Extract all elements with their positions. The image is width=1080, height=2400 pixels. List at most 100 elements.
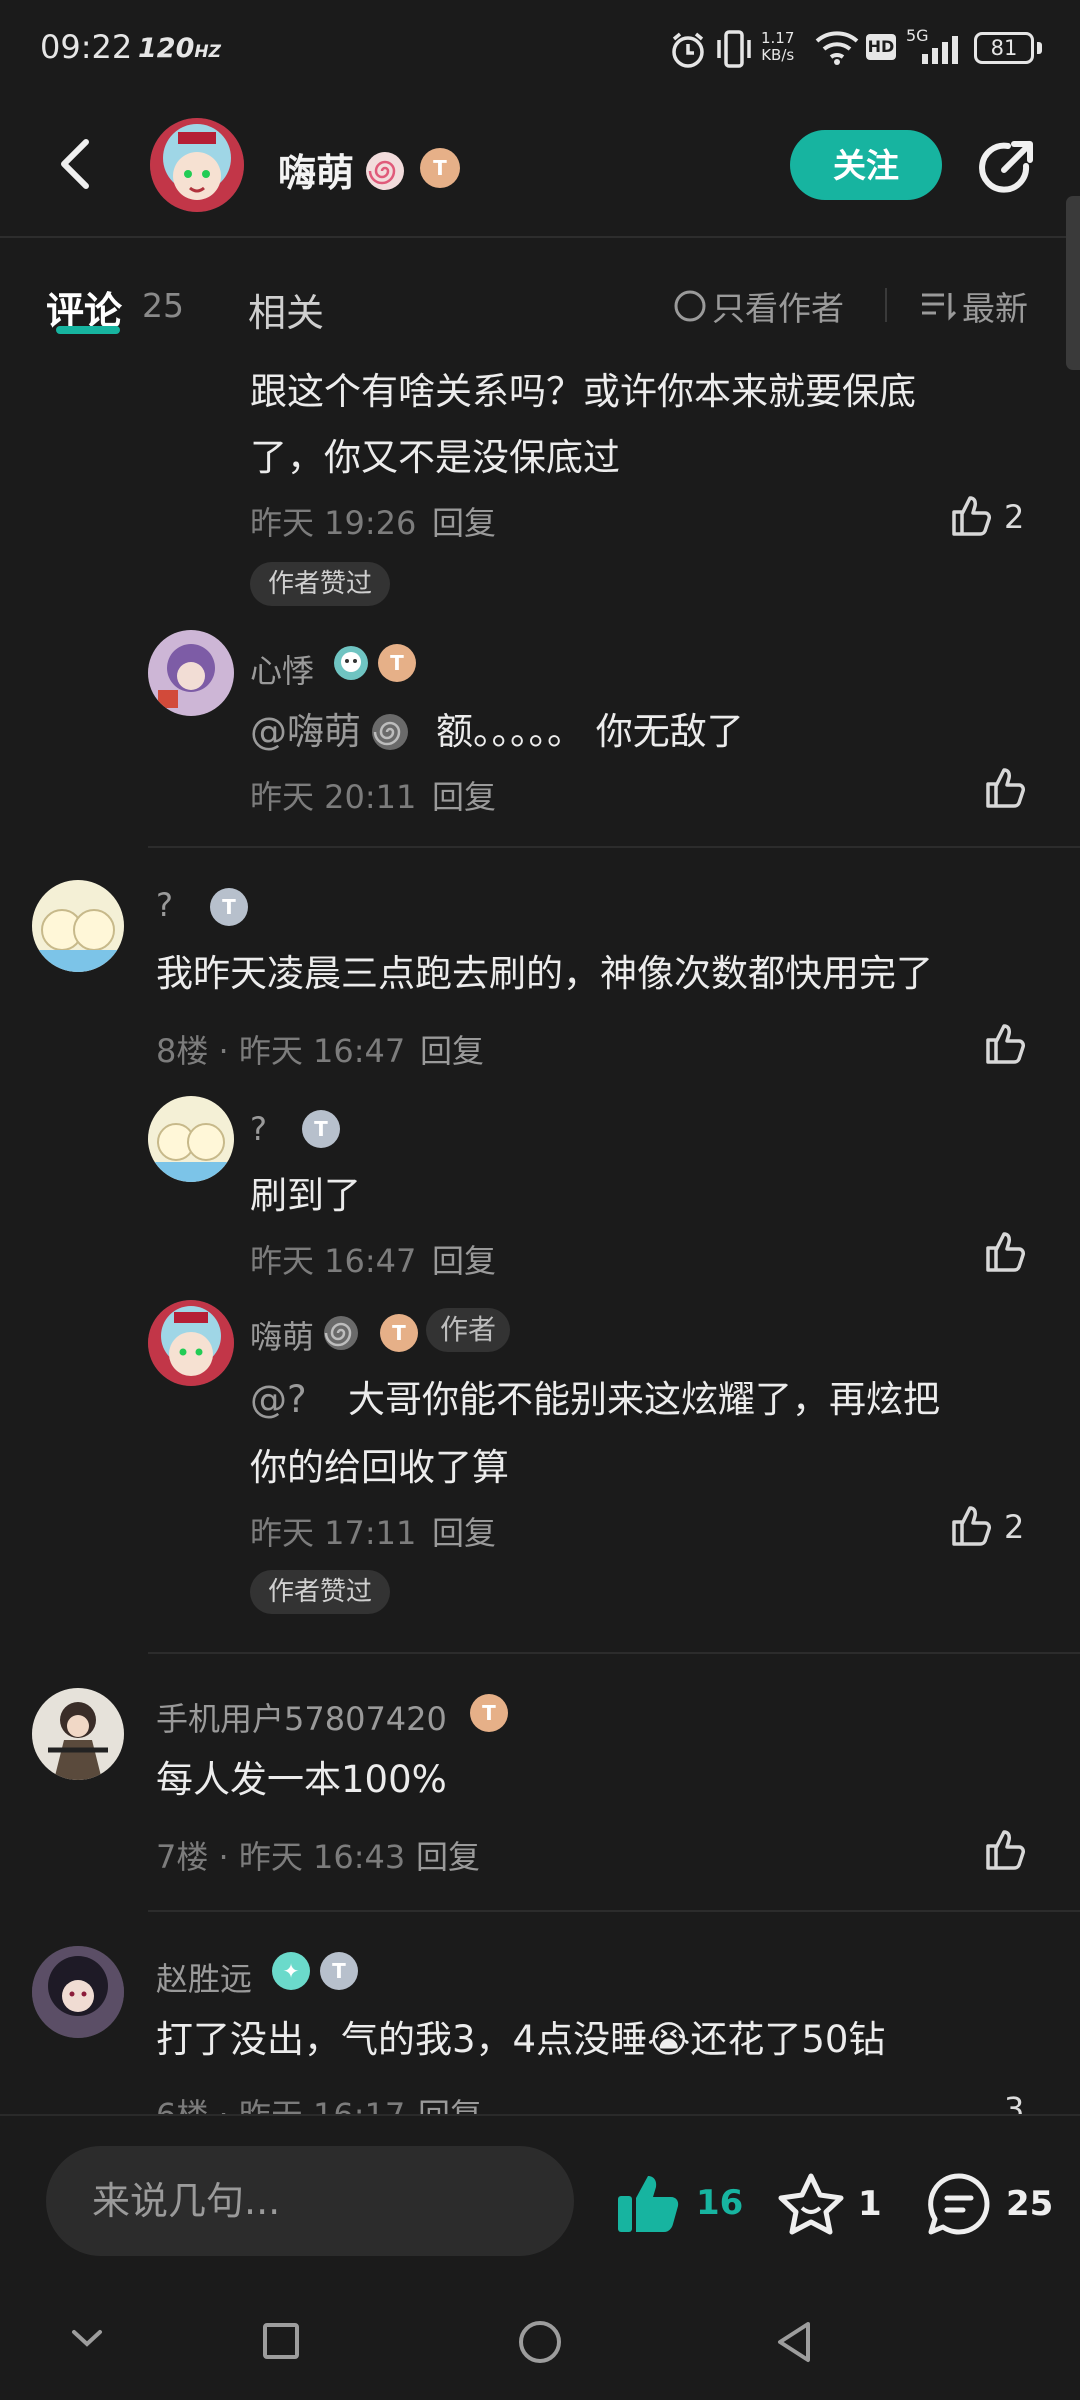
reply-time: 昨天 17:11	[250, 1514, 417, 1552]
comment-count: 25	[142, 286, 184, 325]
tab-related[interactable]: 相关	[248, 282, 324, 337]
spiral-badge-icon	[322, 1314, 360, 1352]
star-icon	[778, 2172, 844, 2236]
user-name[interactable]: ?	[156, 886, 173, 924]
thumbs-up-icon[interactable]	[948, 492, 994, 538]
level-badge-icon: T	[420, 148, 460, 188]
reply-time: 昨天 16:47	[250, 1242, 417, 1280]
tabs-separator	[885, 288, 887, 322]
home-icon[interactable]	[518, 2320, 562, 2364]
reply-button[interactable]: 回复	[432, 498, 496, 544]
bottom-divider	[0, 2114, 1080, 2116]
reply-time: 昨天 19:26	[250, 504, 417, 542]
user-name[interactable]: ?	[250, 1110, 267, 1148]
net-speed: 1.17 KB/s	[761, 29, 795, 64]
author-only-label: 只看作者	[712, 289, 844, 328]
reply-text: 刷到了	[250, 1174, 361, 1217]
comment-text: 每人发一本100%	[156, 1758, 447, 1801]
author-only-toggle[interactable]: 只看作者	[672, 284, 844, 328]
thumbs-up-filled-icon	[616, 2172, 682, 2234]
mention-link[interactable]: @?	[250, 1366, 307, 1434]
spiral-badge-icon	[370, 712, 410, 752]
reply-button[interactable]: 回复	[432, 1508, 496, 1554]
comment-divider	[148, 846, 1080, 848]
user-avatar[interactable]	[32, 1946, 124, 2038]
signal-icon	[910, 34, 966, 64]
comment-bubble-icon	[926, 2172, 992, 2236]
author-avatar[interactable]	[150, 118, 244, 212]
comment-text: 我昨天凌晨三点跑去刷的，神像次数都快用完了	[156, 952, 933, 995]
mention-link[interactable]: @嗨萌	[250, 698, 361, 766]
comments-button[interactable]: 25	[926, 2172, 1053, 2236]
status-bar: 09:22 120HZ 1.17 KB/s HD 5G 81	[0, 0, 1080, 100]
reply-button[interactable]: 回复	[420, 1026, 484, 1072]
thumbs-up-icon[interactable]	[948, 1502, 994, 1548]
vibrate-icon	[714, 28, 754, 70]
wifi-icon	[814, 28, 860, 66]
user-name[interactable]: 心悸	[250, 646, 314, 692]
comment-total: 25	[1006, 2184, 1054, 2224]
user-avatar[interactable]	[32, 880, 124, 972]
reply-time: 昨天 20:11	[250, 778, 417, 816]
reply-text-line: 大哥你能不能别来这炫耀了，再炫把	[348, 1378, 940, 1421]
like-count: 2	[1004, 1508, 1025, 1546]
teal-badge-icon: ✦	[272, 1952, 310, 1990]
follow-button[interactable]: 关注	[790, 130, 942, 200]
level-badge-icon: T	[470, 1694, 508, 1732]
reply-button[interactable]: 回复	[432, 1236, 496, 1282]
recent-apps-icon[interactable]	[262, 2322, 300, 2360]
header-divider	[0, 236, 1080, 238]
user-name[interactable]: 手机用户57807420	[156, 1694, 447, 1740]
author-liked-tag: 作者赞过	[250, 1570, 391, 1614]
level-badge-icon: T	[378, 644, 416, 682]
favorite-count: 1	[858, 2184, 882, 2224]
post-like-count: 16	[696, 2183, 744, 2223]
user-avatar[interactable]	[148, 630, 234, 716]
sort-icon	[920, 289, 956, 323]
thumbs-up-icon[interactable]	[982, 1826, 1028, 1872]
level-badge-icon: T	[320, 1952, 358, 1990]
like-count: 2	[1004, 498, 1025, 536]
back-nav-icon[interactable]	[774, 2320, 814, 2364]
level-badge-icon: T	[302, 1110, 340, 1148]
back-icon[interactable]	[56, 136, 96, 192]
refresh-rate: 120HZ	[138, 33, 221, 64]
level-badge-icon: T	[380, 1314, 418, 1352]
user-avatar[interactable]	[32, 1688, 124, 1780]
ghost-badge-icon	[332, 644, 370, 682]
tab-active-indicator	[56, 326, 120, 334]
sort-button[interactable]: 最新	[920, 284, 1028, 328]
like-post-button[interactable]: 16	[616, 2172, 743, 2234]
author-name[interactable]: 嗨萌	[278, 142, 354, 197]
user-name[interactable]: 赵胜远	[156, 1954, 252, 2000]
scrollbar[interactable]	[1066, 196, 1080, 370]
level-badge-icon: T	[210, 888, 248, 926]
sort-label: 最新	[962, 289, 1028, 328]
comment-divider	[148, 1652, 1080, 1654]
radio-circle-icon	[672, 288, 708, 324]
user-name[interactable]: 嗨萌	[250, 1312, 314, 1358]
author-tag: 作者	[426, 1308, 511, 1352]
chevron-down-icon[interactable]	[70, 2326, 104, 2350]
author-avatar[interactable]	[148, 1300, 234, 1386]
spiral-badge-icon	[364, 150, 406, 192]
hd-icon: HD	[866, 34, 896, 60]
comment-meta: 7楼 · 昨天 16:43	[156, 1838, 406, 1876]
alarm-icon	[668, 30, 708, 70]
share-icon[interactable]	[974, 136, 1038, 200]
thumbs-up-icon[interactable]	[982, 1228, 1028, 1274]
comment-text: 打了没出，气的我3，4点没睡😭还花了50钻	[156, 2018, 886, 2061]
status-time: 09:22	[40, 28, 133, 66]
thumbs-up-icon[interactable]	[982, 1020, 1028, 1066]
reply-button[interactable]: 回复	[416, 1832, 480, 1878]
comment-divider	[148, 1910, 1080, 1912]
user-avatar[interactable]	[148, 1096, 234, 1182]
comment-input[interactable]: 来说几句...	[46, 2146, 574, 2256]
reply-text-line: 你的给回收了算	[250, 1446, 509, 1489]
battery-icon: 81	[974, 32, 1042, 64]
thumbs-up-icon[interactable]	[982, 764, 1028, 810]
favorite-button[interactable]: 1	[778, 2172, 882, 2236]
comment-meta: 8楼 · 昨天 16:47	[156, 1032, 406, 1070]
reply-text-line: 跟这个有啥关系吗？或许你本来就要保底	[250, 370, 916, 413]
reply-button[interactable]: 回复	[432, 772, 496, 818]
